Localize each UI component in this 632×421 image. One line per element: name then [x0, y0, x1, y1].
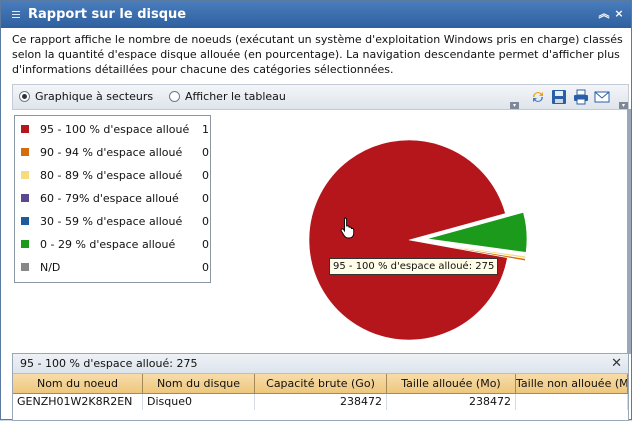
legend-count: 0: [202, 168, 209, 182]
legend-label: 60 - 79% d'espace alloué: [40, 191, 179, 205]
legend-row[interactable]: 90 - 94 % d'espace alloué 0: [21, 145, 209, 159]
legend-row[interactable]: 60 - 79% d'espace alloué 0: [21, 191, 209, 205]
details-header: 95 - 100 % d'espace alloué: 275 ✕: [13, 354, 628, 374]
column-header[interactable]: Nom du noeud: [13, 374, 143, 394]
pie-chart-radio-label: Graphique à secteurs: [35, 90, 154, 103]
cell-allocated: 238472: [387, 394, 516, 410]
legend-label: 30 - 59 % d'espace alloué: [40, 214, 183, 228]
pie-chart-radio[interactable]: Graphique à secteurs: [19, 90, 153, 103]
report-description: Ce rapport affiche le nombre de noeuds (…: [12, 33, 623, 76]
close-icon[interactable]: ✕: [611, 356, 622, 371]
cell-disk: Disque0: [143, 394, 255, 410]
refresh-icon[interactable]: [529, 88, 547, 106]
legend-count: 0: [202, 145, 209, 159]
hand-cursor-icon: [340, 217, 355, 239]
legend-label: 0 - 29 % d'espace alloué: [40, 237, 176, 251]
legend-label: 80 - 89 % d'espace alloué: [40, 168, 183, 182]
cell-unallocated: [516, 394, 628, 410]
window-title: Rapport sur le disque: [28, 7, 187, 22]
legend-row[interactable]: 95 - 100 % d'espace alloué 1: [21, 122, 209, 136]
toolbar-dropdown-icon[interactable]: ▾: [619, 102, 628, 109]
legend-swatch: [21, 263, 29, 271]
view-toolbar: Graphique à secteurs Afficher le tableau…: [12, 84, 629, 110]
radio-unselected-icon: [169, 91, 180, 102]
legend-swatch: [21, 217, 29, 225]
details-table-header: Nom du noeud Nom du disque Capacité brut…: [13, 374, 628, 394]
disk-report-window: Rapport sur le disque ︽ × Ce rapport aff…: [0, 0, 632, 421]
table-radio-label: Afficher le tableau: [185, 90, 286, 103]
legend-swatch: [21, 194, 29, 202]
radio-selected-icon: [19, 91, 30, 102]
collapse-icon[interactable]: ︽: [598, 7, 610, 20]
legend-label: 95 - 100 % d'espace alloué: [40, 122, 190, 136]
legend-swatch: [21, 148, 29, 156]
legend-count: 0: [202, 260, 209, 274]
legend-row[interactable]: 0 - 29 % d'espace alloué 0: [21, 237, 209, 251]
dropdown-tab-icon[interactable]: ▾: [510, 102, 519, 109]
legend-swatch: [21, 125, 29, 133]
save-icon[interactable]: [550, 88, 568, 106]
legend-row[interactable]: N/D 0: [21, 260, 209, 274]
legend-label: N/D: [40, 260, 61, 274]
details-title: 95 - 100 % d'espace alloué: 275: [20, 357, 198, 370]
chart-legend: 95 - 100 % d'espace alloué 1 90 - 94 % d…: [14, 115, 211, 283]
legend-label: 90 - 94 % d'espace alloué: [40, 145, 183, 159]
legend-swatch: [21, 240, 29, 248]
menu-icon[interactable]: [12, 11, 20, 18]
legend-row[interactable]: 30 - 59 % d'espace alloué 0: [21, 214, 209, 228]
print-icon[interactable]: [572, 88, 590, 106]
email-icon[interactable]: [593, 88, 611, 106]
cell-raw-capacity: 238472: [255, 394, 387, 410]
pie-chart[interactable]: [216, 115, 629, 351]
chart-tooltip: 95 - 100 % d'espace alloué: 275: [329, 258, 499, 275]
column-header[interactable]: Capacité brute (Go): [255, 374, 387, 394]
cell-node: GENZH01W2K8R2EN: [13, 394, 143, 410]
legend-count: 0: [202, 191, 209, 205]
legend-count: 0: [202, 237, 209, 251]
column-header[interactable]: Nom du disque: [143, 374, 255, 394]
legend-swatch: [21, 171, 29, 179]
title-bar: Rapport sur le disque ︽ ×: [1, 1, 631, 28]
close-icon[interactable]: ×: [613, 7, 625, 20]
details-panel: 95 - 100 % d'espace alloué: 275 ✕ Nom du…: [12, 353, 629, 421]
legend-count: 0: [202, 214, 209, 228]
column-header[interactable]: Taille non allouée (Mo): [516, 374, 628, 394]
legend-count: 1: [202, 122, 209, 136]
table-row[interactable]: GENZH01W2K8R2EN Disque0 238472 238472: [13, 394, 628, 410]
panel-scrollbar[interactable]: [627, 109, 631, 354]
legend-row[interactable]: 80 - 89 % d'espace alloué 0: [21, 168, 209, 182]
column-header[interactable]: Taille allouée (Mo): [387, 374, 516, 394]
table-radio[interactable]: Afficher le tableau: [169, 90, 286, 103]
